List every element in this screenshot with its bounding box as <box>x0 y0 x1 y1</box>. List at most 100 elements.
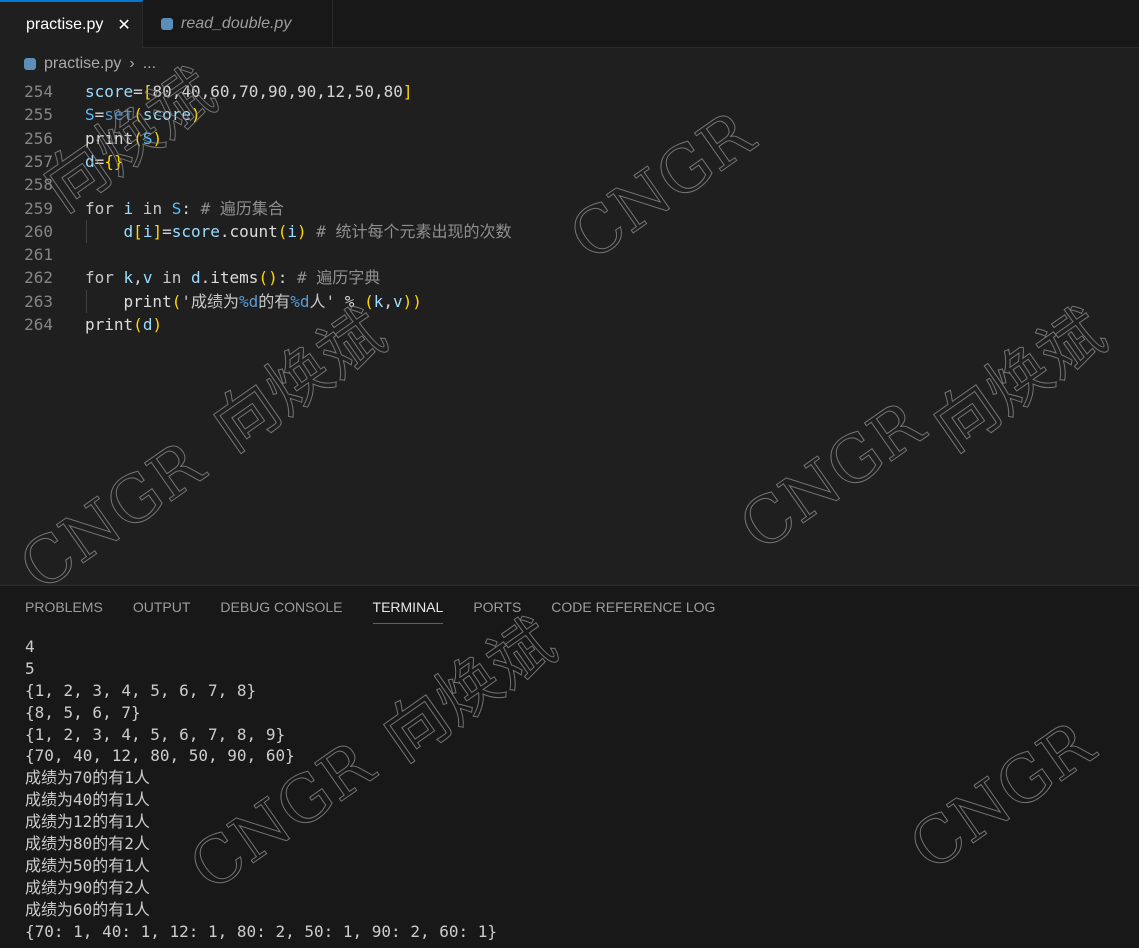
code-token: d <box>85 221 134 241</box>
code-line: 256 print(S) <box>0 127 1139 150</box>
line-number: 258 <box>24 175 53 195</box>
code-token: , <box>133 268 143 288</box>
terminal-line: {1, 2, 3, 4, 5, 6, 7, 8, 9} <box>25 724 286 744</box>
code-token: 人' <box>309 291 336 311</box>
code-text: d[i]=score.count(i) # 统计每个元素出现的次数 <box>85 220 512 243</box>
code-token: ) <box>152 128 163 148</box>
terminal-line: {70: 1, 40: 1, 12: 1, 80: 2, 50: 1, 90: … <box>25 921 498 941</box>
code-token: : <box>181 198 201 218</box>
terminal-output[interactable]: 4 5 {1, 2, 3, 4, 5, 6, 7, 8} {8, 5, 6, 7} {1… <box>25 636 497 942</box>
panel-tab-output[interactable]: OUTPUT <box>133 586 191 624</box>
line-number: 260 <box>24 221 53 241</box>
code-token: print <box>85 291 172 311</box>
terminal-line: 成绩为80的有2人 <box>25 834 150 854</box>
code-token: ) <box>152 315 163 334</box>
code-token: = <box>94 151 105 171</box>
code-token: i <box>287 221 297 241</box>
code-text: print('成绩为%d的有%d人' % (k,v)) <box>85 290 422 313</box>
code-token: = <box>133 82 143 101</box>
panel-tab-code-reference-log[interactable]: CODE REFERENCE LOG <box>551 586 715 624</box>
tab-read_double-py[interactable]: read_double.py <box>143 0 333 48</box>
code-token: = <box>162 221 172 241</box>
breadcrumb[interactable]: practise.py › ... <box>0 48 1139 80</box>
code-token: ) <box>191 105 201 125</box>
terminal-line: 成绩为12的有1人 <box>25 812 150 832</box>
code-token: i <box>123 198 134 218</box>
tab-practise-py[interactable]: practise.py ✕ <box>0 0 143 48</box>
line-number: 259 <box>24 198 53 218</box>
code-token: ( <box>364 291 374 311</box>
code-token: ) <box>402 291 413 311</box>
bottom-panel: PROBLEMS OUTPUT DEBUG CONSOLE TERMINAL PORTS… <box>0 585 1139 948</box>
code-token: in <box>152 268 191 288</box>
line-number: 264 <box>24 315 53 334</box>
code-token: ( <box>133 315 143 334</box>
code-token: d <box>190 268 201 288</box>
terminal-line: 5 <box>25 658 35 678</box>
code-token: score <box>171 221 220 241</box>
code-token: = <box>94 105 105 125</box>
code-line: 255 S=set(score) <box>0 103 1139 126</box>
line-number: 256 <box>24 128 53 148</box>
python-file-icon <box>161 18 173 30</box>
terminal-line: 成绩为90的有2人 <box>25 877 150 897</box>
panel-tabs: PROBLEMS OUTPUT DEBUG CONSOLE TERMINAL PORTS… <box>25 586 715 626</box>
code-token: . <box>200 268 211 288</box>
code-token: d <box>85 151 95 171</box>
code-token: d <box>142 315 153 334</box>
code-token: 的有 <box>258 291 291 311</box>
code-line: 257 d={} <box>0 150 1139 173</box>
close-icon[interactable]: ✕ <box>117 15 130 35</box>
panel-tab-debug-console[interactable]: DEBUG CONSOLE <box>220 586 342 624</box>
code-token: in <box>133 198 172 218</box>
code-text: score=[80,40,60,70,90,90,12,50,80] <box>85 80 413 103</box>
line-number: 262 <box>24 268 53 288</box>
code-line: 258 <box>0 173 1139 196</box>
breadcrumb-symbol[interactable]: ... <box>143 55 156 73</box>
code-token: ( <box>277 221 288 241</box>
code-editor[interactable]: 254 score=[80,40,60,70,90,90,12,50,80] 255… <box>0 80 1139 585</box>
code-token: % <box>335 291 365 311</box>
terminal-line: {1, 2, 3, 4, 5, 6, 7, 8} <box>25 680 257 700</box>
code-token: for <box>85 198 124 218</box>
panel-tab-terminal[interactable]: TERMINAL <box>372 586 444 624</box>
code-line: 263 print('成绩为%d的有%d人' % (k,v)) <box>0 289 1139 313</box>
line-number: 257 <box>24 151 53 171</box>
code-line: 262 for k,v in d.items(): # 遍历字典 <box>0 266 1139 289</box>
terminal-line: {8, 5, 6, 7} <box>25 702 141 722</box>
line-number: 254 <box>24 82 53 101</box>
code-token: : <box>277 268 297 288</box>
code-token: items <box>210 268 259 288</box>
terminal-line: 4 <box>25 637 35 656</box>
code-line: 259 for i in S: # 遍历集合 <box>0 197 1139 220</box>
panel-tab-problems[interactable]: PROBLEMS <box>25 586 103 624</box>
code-token: ( <box>133 105 143 125</box>
code-token: %d <box>290 291 310 311</box>
code-line: 254 score=[80,40,60,70,90,90,12,50,80] <box>0 80 1139 103</box>
code-token: # 遍历字典 <box>296 268 381 288</box>
tab-label: read_double.py <box>181 15 292 32</box>
code-text: print(S) <box>85 127 162 150</box>
breadcrumb-file[interactable]: practise.py <box>44 55 121 73</box>
code-token: . <box>219 221 230 241</box>
tab-label: practise.py <box>26 16 104 33</box>
code-token: [ <box>133 221 143 241</box>
code-token: for <box>85 268 124 288</box>
code-token: S <box>142 128 153 148</box>
line-number: 263 <box>24 291 53 311</box>
line-number: 255 <box>24 105 53 125</box>
code-token: , <box>383 291 393 311</box>
code-token: v <box>393 291 403 311</box>
editor-tab-bar: practise.py ✕ read_double.py <box>0 0 1139 48</box>
code-token: print <box>85 315 134 334</box>
panel-tab-ports[interactable]: PORTS <box>473 586 521 624</box>
code-token: count <box>229 221 278 241</box>
code-token: ) <box>412 291 422 311</box>
code-token: k <box>373 291 384 311</box>
code-token: ) <box>297 221 307 241</box>
code-token: score <box>85 82 134 101</box>
code-token: () <box>258 268 278 288</box>
code-text: for k,v in d.items(): # 遍历字典 <box>85 266 380 289</box>
code-token: set <box>104 105 134 125</box>
code-line: 261 <box>0 243 1139 266</box>
